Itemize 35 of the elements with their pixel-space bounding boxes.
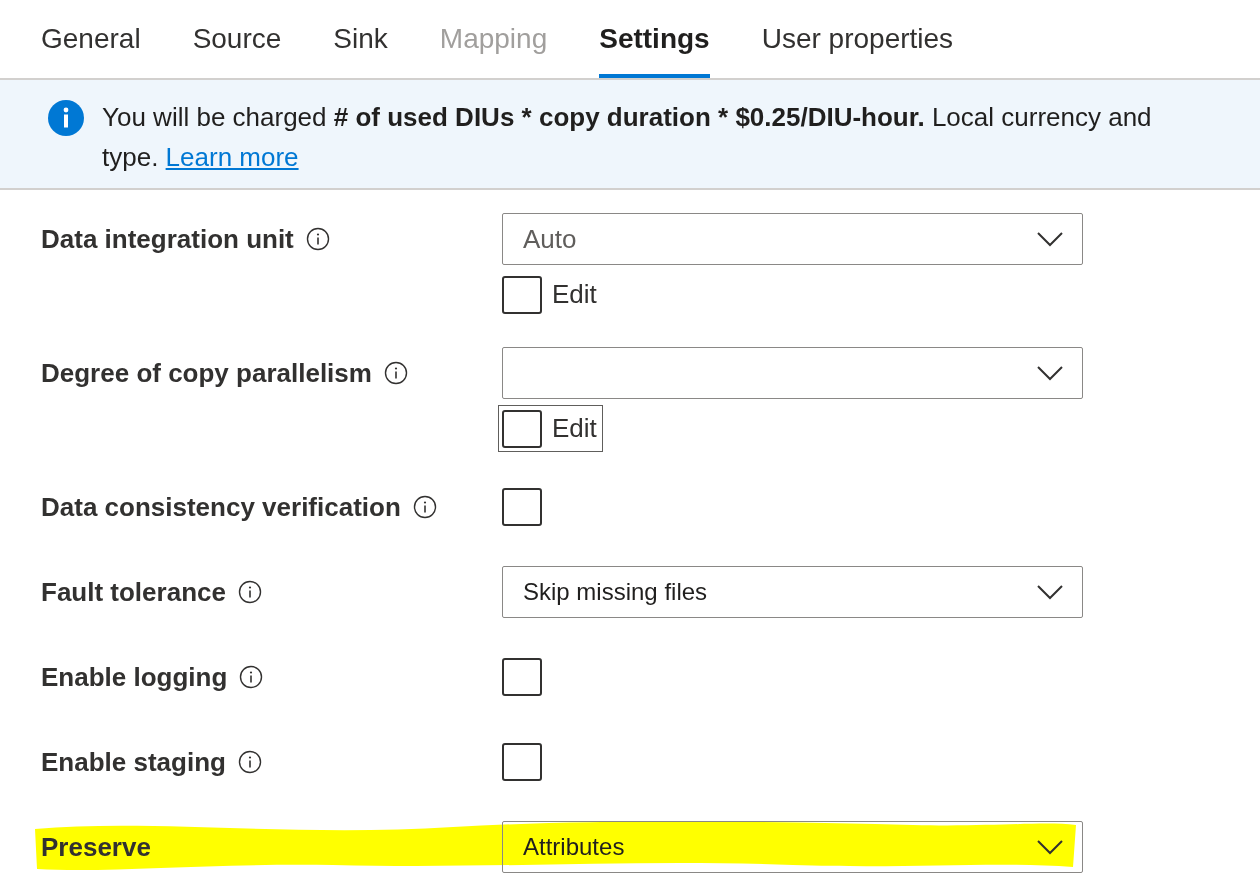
learn-more-link[interactable]: Learn more xyxy=(165,142,299,172)
checkbox[interactable] xyxy=(502,743,542,781)
tab[interactable]: User properties xyxy=(761,0,954,78)
field-label: Degree of copy parallelism xyxy=(41,356,372,390)
info-icon xyxy=(239,665,264,689)
chevron-down-icon xyxy=(1036,584,1064,600)
info-icon xyxy=(383,361,408,385)
tab[interactable]: General xyxy=(41,0,141,78)
tab[interactable]: Source xyxy=(192,0,282,78)
field-label: Preserve xyxy=(41,830,151,864)
dropdown[interactable]: Attributes xyxy=(502,821,1083,873)
banner-text: You will be charged # of used DIUs * copy duration * $0.25/DIU-hour. Local currency and type. Learn more xyxy=(102,101,1152,174)
checkbox[interactable] xyxy=(502,409,542,448)
edit-checkbox[interactable]: Edit xyxy=(498,271,603,318)
edit-checkbox[interactable]: Edit xyxy=(498,405,603,452)
field-label: Enable staging xyxy=(41,745,226,779)
checkbox[interactable] xyxy=(502,275,542,314)
info-icon xyxy=(237,580,262,604)
chevron-down-icon xyxy=(1036,365,1064,381)
info-icon xyxy=(48,100,84,136)
info-icon xyxy=(237,750,262,774)
checkbox[interactable] xyxy=(502,488,542,526)
field-label: Data integration unit xyxy=(41,222,294,256)
info-icon xyxy=(305,227,330,251)
chevron-down-icon xyxy=(1036,231,1064,247)
checkbox[interactable] xyxy=(502,658,542,696)
info-icon xyxy=(412,495,437,519)
tab[interactable]: Sink xyxy=(333,0,388,78)
field-label: Enable logging xyxy=(41,660,228,694)
dropdown[interactable]: Skip missing files xyxy=(502,566,1083,618)
chevron-down-icon xyxy=(1036,839,1064,855)
dropdown[interactable]: Auto xyxy=(502,213,1083,265)
dropdown[interactable] xyxy=(502,347,1083,399)
field-label: Fault tolerance xyxy=(41,575,226,609)
field-label: Data consistency verification xyxy=(41,490,401,524)
